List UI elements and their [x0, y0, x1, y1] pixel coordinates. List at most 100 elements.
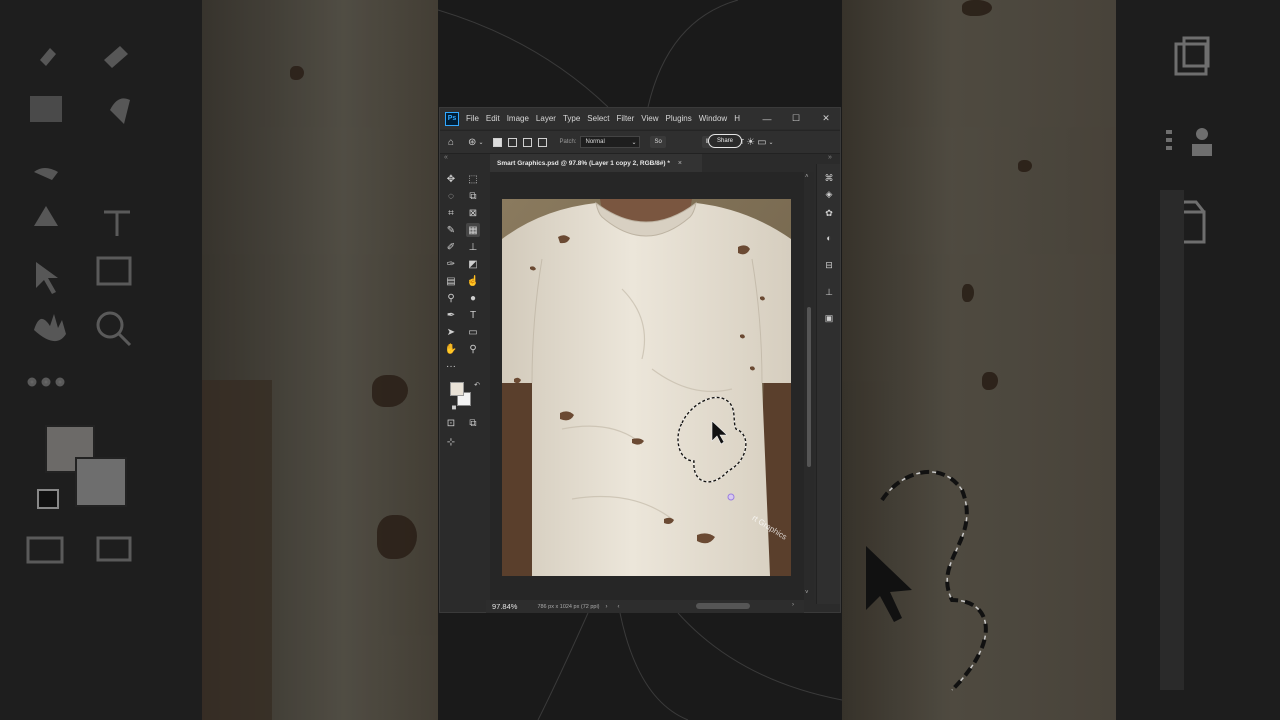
menu-select[interactable]: Select: [587, 114, 609, 123]
options-bar: ⌂ ⊛ ⌄ Patch: Normal ⌄ So llina ⚲ T ☀ ▭ ⌄: [440, 130, 840, 154]
generative-icon[interactable]: ⊹: [444, 435, 458, 449]
patch-label: Patch:: [559, 139, 577, 145]
menu-file[interactable]: File: [466, 114, 479, 123]
backdrop-cursor-icon: [866, 546, 912, 622]
history-brush-icon[interactable]: ✑: [444, 257, 458, 271]
smudge-icon[interactable]: ☝: [466, 274, 480, 288]
chevron-down-icon[interactable]: ⌄: [478, 139, 483, 146]
subtract-selection-icon[interactable]: [523, 137, 533, 147]
object-select-icon[interactable]: ⧉: [466, 189, 480, 203]
menu-image[interactable]: Image: [507, 114, 529, 123]
vertical-scroll-thumb[interactable]: [807, 307, 811, 467]
menu-edit[interactable]: Edit: [486, 114, 500, 123]
scroll-up-icon[interactable]: ˄: [805, 174, 809, 180]
crop-icon[interactable]: ⌗: [444, 206, 458, 220]
workspace-icon[interactable]: ▭: [757, 137, 766, 148]
eyedropper-icon[interactable]: ✎: [444, 223, 458, 237]
adjustments-icon[interactable]: ◐: [823, 232, 835, 244]
channels-icon[interactable]: ✿: [823, 207, 835, 219]
status-bar: 97.84% 786 px x 1024 px (72 ppi) › ‹ ›: [486, 600, 804, 613]
foreground-color-swatch[interactable]: [450, 382, 464, 396]
share-button[interactable]: Share: [708, 134, 742, 148]
menu-filter[interactable]: Filter: [617, 114, 635, 123]
panel-dock: ⌘ ◈ ✿ ◐ ⊟ ⊥ ▣: [816, 164, 840, 604]
discover-icon[interactable]: ☀: [746, 137, 755, 148]
menu-view[interactable]: View: [641, 114, 658, 123]
properties-icon[interactable]: ⊟: [823, 259, 835, 271]
patch-mode-value: Normal: [585, 139, 605, 145]
app-logo: Ps: [445, 111, 459, 126]
new-selection-icon[interactable]: [493, 137, 503, 147]
blur-icon[interactable]: ●: [466, 291, 480, 305]
add-selection-icon[interactable]: [508, 137, 518, 147]
vertical-scrollbar[interactable]: ˄ ˅: [804, 172, 814, 600]
source-button[interactable]: So: [650, 136, 666, 148]
paths-icon[interactable]: ⌘: [823, 172, 835, 184]
document-title: Smart Graphics.psd @ 97.8% (Layer 1 copy…: [497, 159, 670, 167]
toolbox: ✥ ⬚ ◌ ⧉ ⌗ ⊠ ✎ ▦ ✐ ⊥ ✑ ◩ ▤ ☝ ⚲ ● ✒ T ➤ ▭ …: [444, 172, 486, 462]
more-tools-icon[interactable]: ···: [444, 359, 458, 373]
frame-icon[interactable]: ⊠: [466, 206, 480, 220]
info-arrow-icon[interactable]: ›: [606, 604, 608, 610]
type-icon[interactable]: T: [466, 308, 480, 322]
chevron-down-icon[interactable]: ⌄: [769, 139, 774, 146]
canvas-area: rt Graphics: [490, 172, 804, 600]
backdrop-left-photo: [202, 0, 438, 720]
screen: Ps File Edit Image Layer Type Select Fil…: [0, 0, 1280, 720]
scroll-down-icon[interactable]: ˅: [805, 590, 809, 596]
lasso-icon[interactable]: ◌: [444, 189, 458, 203]
close-icon[interactable]: ×: [678, 160, 682, 167]
collapse-left-icon[interactable]: «: [444, 154, 448, 162]
backdrop-left: [0, 0, 438, 720]
backdrop-tool-icons: [26, 46, 132, 564]
menu-type[interactable]: Type: [563, 114, 580, 123]
intersect-selection-icon[interactable]: [538, 137, 548, 147]
layers-icon[interactable]: ◈: [823, 188, 835, 200]
patch-mode-select[interactable]: Normal ⌄: [580, 136, 641, 148]
rectangle-icon[interactable]: ▭: [466, 325, 480, 339]
backdrop-right-photo: [842, 0, 1116, 720]
default-colors-icon[interactable]: ◼: [447, 400, 461, 414]
quick-mask-icon[interactable]: ⊡: [444, 416, 458, 430]
scroll-right-icon[interactable]: ›: [792, 602, 794, 608]
pen-icon[interactable]: ✒: [444, 308, 458, 322]
scroll-left-icon[interactable]: ‹: [618, 604, 620, 610]
patch-icon[interactable]: ▦: [466, 223, 480, 237]
chevron-down-icon: ⌄: [631, 139, 637, 146]
horizontal-scroll-thumb[interactable]: [696, 603, 750, 609]
collapse-right-icon[interactable]: »: [828, 154, 832, 162]
backdrop-background-swatch: [75, 457, 127, 507]
menu-help[interactable]: H: [734, 114, 740, 123]
backdrop-right-panel: [1116, 0, 1280, 720]
menu-plugins[interactable]: Plugins: [666, 114, 692, 123]
minimize-button[interactable]: —: [752, 108, 782, 129]
document-tab[interactable]: Smart Graphics.psd @ 97.8% (Layer 1 copy…: [490, 154, 702, 172]
zoom-icon[interactable]: ⚲: [466, 342, 480, 356]
patch-tool-preset-icon[interactable]: ⊛: [468, 137, 476, 148]
dodge-icon[interactable]: ⚲: [444, 291, 458, 305]
libraries-icon[interactable]: ⊥: [823, 286, 835, 298]
photoshop-window: Ps File Edit Image Layer Type Select Fil…: [439, 107, 841, 613]
backdrop-right: [842, 0, 1280, 720]
document-info: 786 px x 1024 px (72 ppi): [537, 603, 600, 610]
eraser-icon[interactable]: ◩: [466, 257, 480, 271]
history-icon[interactable]: ▣: [823, 312, 835, 324]
hand-icon[interactable]: ✋: [444, 342, 458, 356]
gradient-icon[interactable]: ▤: [444, 274, 458, 288]
backdrop-panel-icons: [1166, 36, 1212, 244]
maximize-button[interactable]: ☐: [781, 108, 811, 129]
move-icon[interactable]: ✥: [444, 172, 458, 186]
backdrop-left-toolbar: [0, 0, 202, 720]
marquee-icon[interactable]: ⬚: [466, 172, 480, 186]
home-icon[interactable]: ⌂: [448, 137, 454, 148]
menu-window[interactable]: Window: [699, 114, 727, 123]
menu-layer[interactable]: Layer: [536, 114, 556, 123]
image-canvas[interactable]: rt Graphics: [502, 199, 791, 576]
close-button[interactable]: ✕: [811, 108, 841, 129]
zoom-level[interactable]: 97.84%: [492, 602, 517, 611]
screen-mode-icon[interactable]: ⧉: [466, 416, 480, 430]
path-select-icon[interactable]: ➤: [444, 325, 458, 339]
clone-stamp-icon[interactable]: ⊥: [466, 240, 480, 254]
brush-icon[interactable]: ✐: [444, 240, 458, 254]
swap-colors-icon[interactable]: ↶: [470, 378, 484, 392]
